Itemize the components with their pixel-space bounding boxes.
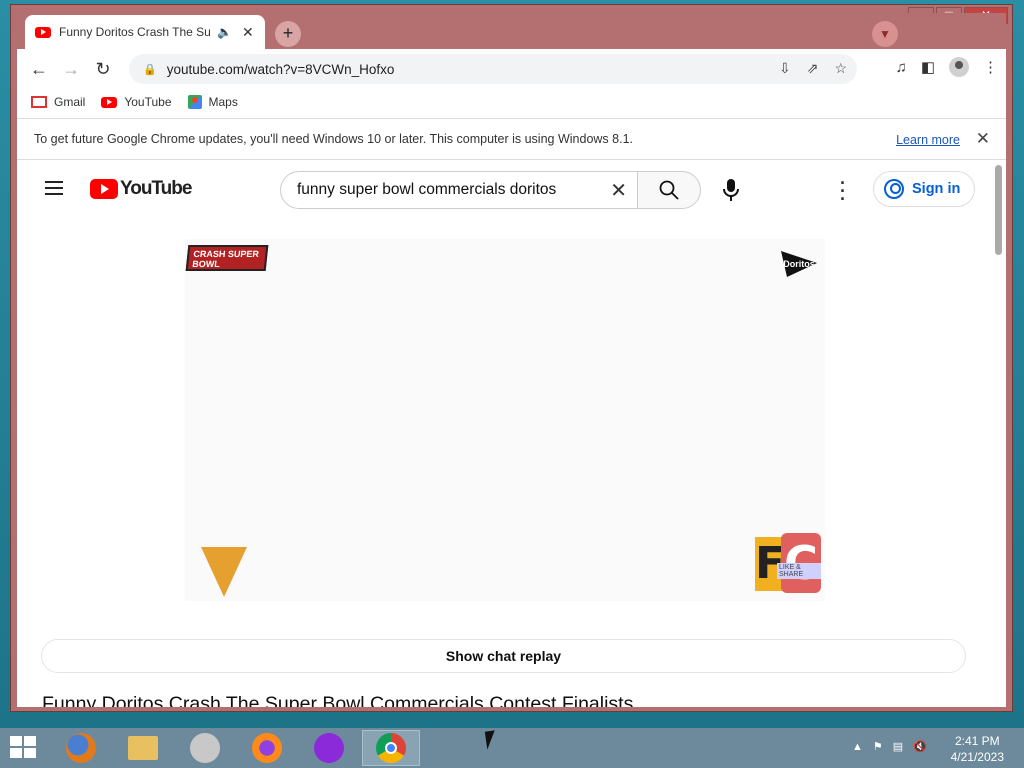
browser-toolbar: ← → ↻ 🔒 youtube.com/watch?v=8VCWn_Hofxo …: [17, 49, 1006, 89]
taskbar-app-mask[interactable]: [300, 730, 358, 766]
profile-avatar-icon[interactable]: [949, 57, 969, 77]
bookmark-youtube[interactable]: YouTube: [101, 95, 172, 109]
system-tray: ▲ ⚑ ▤ 🔇: [852, 740, 927, 754]
bookmark-label: Gmail: [54, 95, 86, 109]
omnibox-actions: ⇩ ⇗ ☆: [779, 60, 847, 77]
share-icon[interactable]: ⇗: [807, 60, 819, 77]
youtube-icon: [101, 96, 118, 108]
firefox-icon: [66, 733, 96, 763]
menu-kebab-icon[interactable]: ⋮: [983, 58, 998, 76]
learn-more-link[interactable]: Learn more: [896, 133, 960, 147]
tab-search-chevron-icon[interactable]: ▼: [872, 21, 898, 47]
bookmark-gmail[interactable]: Gmail: [31, 95, 85, 109]
taskbar-app-arrow[interactable]: [176, 730, 234, 766]
video-player[interactable]: CRASH SUPER BOWL Doritos F C LIKE & SHAR…: [185, 239, 825, 601]
infobar-message: To get future Google Chrome updates, you…: [34, 132, 633, 146]
youtube-logo[interactable]: YouTube: [90, 178, 192, 200]
sign-in-button[interactable]: Sign in: [873, 171, 975, 207]
tab-title: Funny Doritos Crash The Super Bowl Comme…: [59, 25, 211, 39]
url-text[interactable]: youtube.com/watch?v=8VCWn_Hofxo: [167, 62, 395, 77]
youtube-play-icon: [90, 179, 118, 199]
media-control-icon[interactable]: ♫: [896, 59, 907, 76]
taskbar-file-explorer[interactable]: [114, 730, 172, 766]
curved-arrow-icon: [190, 733, 220, 763]
youtube-logo-text: YouTube: [120, 178, 192, 199]
update-infobar: To get future Google Chrome updates, you…: [17, 118, 1006, 160]
speaker-icon[interactable]: 🔈: [217, 25, 232, 39]
windows-start-icon[interactable]: [10, 736, 38, 760]
youtube-favicon-icon: [35, 26, 51, 38]
sign-in-label: Sign in: [912, 181, 961, 197]
volume-muted-icon[interactable]: 🔇: [913, 740, 927, 753]
crash-the-super-bowl-logo: CRASH SUPER BOWL: [185, 245, 269, 271]
mask-icon: [314, 733, 344, 763]
search-icon: [659, 180, 679, 200]
chrome-icon: [376, 733, 406, 763]
hamburger-menu-icon[interactable]: [45, 181, 63, 195]
page-scrollbar[interactable]: [995, 165, 1002, 255]
side-panel-icon[interactable]: ◧: [921, 58, 935, 76]
taskbar-firefox-old[interactable]: [52, 730, 110, 766]
close-tab-icon[interactable]: ✕: [242, 24, 254, 41]
doritos-chip-image: [201, 547, 247, 597]
firefox-icon: [252, 733, 282, 763]
address-bar[interactable]: 🔒 youtube.com/watch?v=8VCWn_Hofxo ⇩ ⇗ ☆: [129, 54, 857, 84]
taskbar-chrome[interactable]: [362, 730, 420, 766]
folder-icon: [128, 736, 158, 760]
voice-search-mic-icon[interactable]: [719, 177, 743, 203]
search-button[interactable]: [637, 171, 701, 209]
tab-active[interactable]: Funny Doritos Crash The Super Bowl Comme…: [25, 15, 265, 49]
reload-icon[interactable]: ↻: [87, 53, 119, 85]
bookmark-label: YouTube: [124, 95, 172, 109]
action-center-flag-icon[interactable]: ⚑: [873, 740, 883, 753]
clock-date: 4/21/2023: [950, 750, 1004, 764]
search-input[interactable]: funny super bowl commercials doritos ✕: [280, 171, 638, 209]
back-arrow-icon[interactable]: ←: [23, 53, 55, 85]
taskbar: ▲ ⚑ ▤ 🔇 2:41 PM 4/21/2023: [0, 728, 1024, 768]
lock-icon[interactable]: 🔒: [143, 63, 157, 76]
toolbar-right: ♫ ◧ ⋮: [896, 57, 998, 77]
like-share-badge: LIKE & SHARE: [777, 563, 821, 579]
doritos-logo-text: Doritos: [783, 259, 815, 269]
bookmark-maps[interactable]: Maps: [187, 95, 238, 109]
show-hidden-icons-chevron-icon[interactable]: ▲: [852, 741, 863, 753]
account-icon: [884, 179, 904, 199]
infobar-close-icon[interactable]: ✕: [976, 129, 990, 149]
chrome-browser: Funny Doritos Crash The Super Bowl Comme…: [17, 13, 1006, 707]
doritos-logo: Doritos: [779, 249, 819, 279]
browser-window: – □ ✕ Funny Doritos Crash The Super Bowl…: [10, 4, 1013, 712]
gmail-icon: [31, 96, 47, 108]
taskbar-clock[interactable]: 2:41 PM 4/21/2023: [951, 733, 1004, 765]
new-tab-button[interactable]: +: [275, 21, 301, 47]
bookmark-star-icon[interactable]: ☆: [834, 60, 847, 77]
fc-channel-logo: F C LIKE & SHARE: [755, 533, 821, 595]
settings-kebab-icon[interactable]: · · ·: [839, 174, 847, 208]
show-chat-replay-button[interactable]: Show chat replay: [41, 639, 966, 673]
network-icon[interactable]: ▤: [893, 740, 903, 753]
bookmark-label: Maps: [208, 95, 238, 109]
search-query[interactable]: funny super bowl commercials doritos: [297, 181, 556, 199]
install-icon[interactable]: ⇩: [779, 60, 791, 77]
bookmarks-bar: Gmail YouTube Maps: [17, 89, 1006, 115]
clock-time: 2:41 PM: [954, 734, 1000, 748]
video-title: Funny Doritos Crash The Super Bowl Comme…: [42, 693, 634, 707]
maps-icon: [187, 95, 202, 109]
taskbar-firefox[interactable]: [238, 730, 296, 766]
youtube-page: YouTube funny super bowl commercials dor…: [17, 161, 1006, 707]
youtube-header: YouTube funny super bowl commercials dor…: [17, 161, 1006, 217]
forward-arrow-icon[interactable]: →: [55, 53, 87, 85]
clear-search-icon[interactable]: ✕: [610, 178, 627, 203]
tab-strip: Funny Doritos Crash The Super Bowl Comme…: [17, 13, 1006, 49]
